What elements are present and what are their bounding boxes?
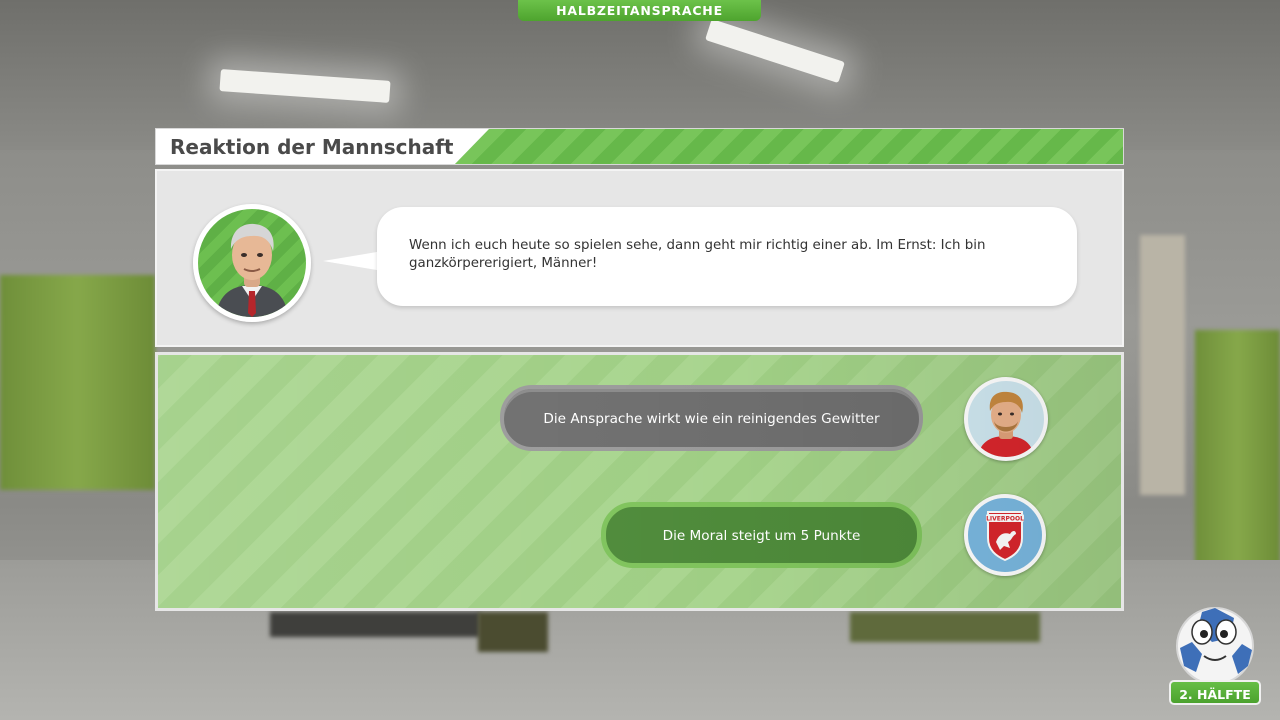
team-reaction-panel: Reaktion der Mannschaft Wenn ich euch he… — [155, 128, 1124, 611]
second-half-button[interactable]: 2. HÄLFTE — [1169, 680, 1261, 705]
coach-speech-text: Wenn ich euch heute so spielen sehe, dan… — [409, 238, 986, 271]
reaction-area: Die Ansprache wirkt wie ein reinigendes … — [155, 352, 1124, 611]
coach-portrait-icon — [216, 223, 288, 317]
reaction-message-2: Die Moral steigt um 5 Punkte — [601, 502, 922, 568]
panel-title: Reaktion der Mannschaft — [170, 135, 454, 159]
reaction-message-1: Die Ansprache wirkt wie ein reinigendes … — [500, 385, 923, 451]
header-stripe — [453, 129, 1123, 164]
club-crest-icon: LIVERPOOL — [964, 494, 1046, 576]
coach-avatar — [193, 204, 311, 322]
speech-bubble: Wenn ich euch heute so spielen sehe, dan… — [377, 207, 1077, 306]
coach-speech-area: Wenn ich euch heute so spielen sehe, dan… — [155, 169, 1124, 347]
panel-header: Reaktion der Mannschaft — [155, 128, 1124, 165]
speech-bubble-tail — [323, 251, 383, 271]
halftime-talk-banner: HALBZEITANSPRACHE — [518, 0, 761, 21]
crest-label: LIVERPOOL — [986, 516, 1024, 523]
player-portrait-icon — [964, 377, 1048, 461]
